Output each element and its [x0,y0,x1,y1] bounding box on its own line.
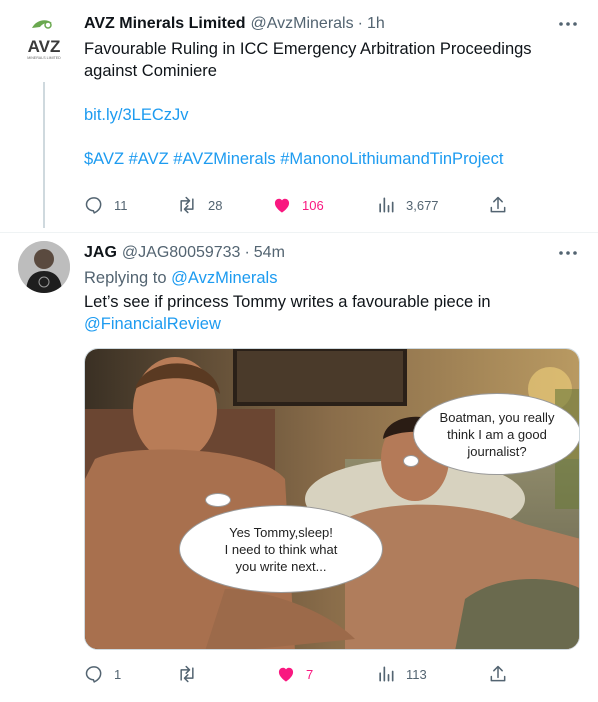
bubble-left-line: Yes Tommy,sleep! [229,524,333,540]
svg-text:MINERALS LIMITED: MINERALS LIMITED [27,56,61,60]
retweet-icon [180,196,194,214]
separator-dot: · [244,244,250,261]
author-name[interactable]: JAG [84,244,117,262]
bubble-puff [403,455,419,467]
tweet-actions: 1 7 113 [84,664,514,688]
tweet-text-line: Let’s see if princess Tommy writes a fav… [84,293,491,311]
like-button[interactable]: 7 [276,664,313,684]
timestamp[interactable]: 1h [367,15,385,33]
avz-logo-icon: AVZ MINERALS LIMITED [27,20,61,60]
retweet-count: 28 [208,197,223,213]
heart-icon [278,667,294,682]
speech-bubble-right: Boatman, you really think I am a good jo… [413,393,579,475]
tweet-mention[interactable]: @FinancialReview [84,313,574,335]
tweet-text-line: Favourable Ruling in ICC Emergency Arbit… [84,40,532,58]
reply-context: Replying to @AvzMinerals [84,267,574,289]
retweet-button[interactable]: 28 [176,195,222,215]
svg-text:AVZ: AVZ [28,37,61,56]
replying-to-label: Replying to [84,269,167,287]
reply-icon [85,197,102,214]
views-count: 113 [406,666,427,682]
tweet-text: Let’s see if princess Tommy writes a fav… [84,291,574,335]
author-name[interactable]: AVZ Minerals Limited [84,15,246,33]
tweet-actions: 11 28 106 3,677 [84,195,514,219]
more-icon [559,251,577,255]
reply-count: 1 [114,666,122,682]
retweet-icon [180,665,194,683]
more-button[interactable] [558,243,578,263]
author-handle[interactable]: @AvzMinerals [251,15,354,33]
views-button[interactable]: 3,677 [376,195,439,215]
like-button[interactable]: 106 [272,195,324,215]
timestamp[interactable]: 54m [254,244,285,262]
views-button[interactable]: 113 [376,664,427,684]
more-button[interactable] [558,14,578,34]
avatar-jag[interactable] [18,241,70,293]
share-icon [490,665,506,682]
author-handle[interactable]: @JAG80059733 [122,244,241,262]
like-count: 106 [302,197,324,213]
bubble-right-line: journalist? [467,443,527,459]
bubble-left-line: you write next... [235,558,327,574]
reply-button[interactable]: 11 [84,195,128,215]
reply-icon [85,666,102,683]
bubble-right-line: think I am a good [447,426,547,442]
share-button[interactable] [488,664,508,684]
bubble-right-line: Boatman, you really [439,409,555,425]
thread-line [43,82,45,228]
bubble-puff [205,493,231,507]
reply-button[interactable]: 1 [84,664,121,684]
views-icon [379,197,394,213]
tweet-text: Favourable Ruling in ICC Emergency Arbit… [84,38,574,170]
user-photo-icon [18,241,70,293]
tweet-image[interactable]: Boatman, you really think I am a good jo… [84,348,580,650]
share-button[interactable] [488,195,508,215]
retweet-button[interactable] [176,664,208,684]
views-icon [379,666,394,682]
tweet-link[interactable]: bit.ly/3LECzJv [84,104,574,126]
reply-count: 11 [114,197,128,213]
tweet-text-line: against Cominiere [84,62,217,80]
avatar-avz[interactable]: AVZ MINERALS LIMITED [18,14,70,66]
heart-icon [274,198,290,213]
replying-to-handle[interactable]: @AvzMinerals [171,269,277,287]
tweet-hashtags[interactable]: $AVZ #AVZ #AVZMinerals #ManonoLithiumand… [84,148,574,170]
separator-dot: · [357,15,363,32]
tweet-avz[interactable]: AVZ MINERALS LIMITED AVZ Minerals Limite… [0,0,598,232]
views-count: 3,677 [406,197,439,213]
speech-bubble-left: Yes Tommy,sleep! I need to think what yo… [179,505,383,593]
tweet-header: AVZ Minerals Limited @AvzMinerals · 1h [84,15,385,33]
more-icon [559,22,577,26]
like-count: 7 [306,666,314,682]
share-icon [490,196,506,213]
tweet-header: JAG @JAG80059733 · 54m [84,244,285,262]
bubble-left-line: I need to think what [224,541,338,557]
